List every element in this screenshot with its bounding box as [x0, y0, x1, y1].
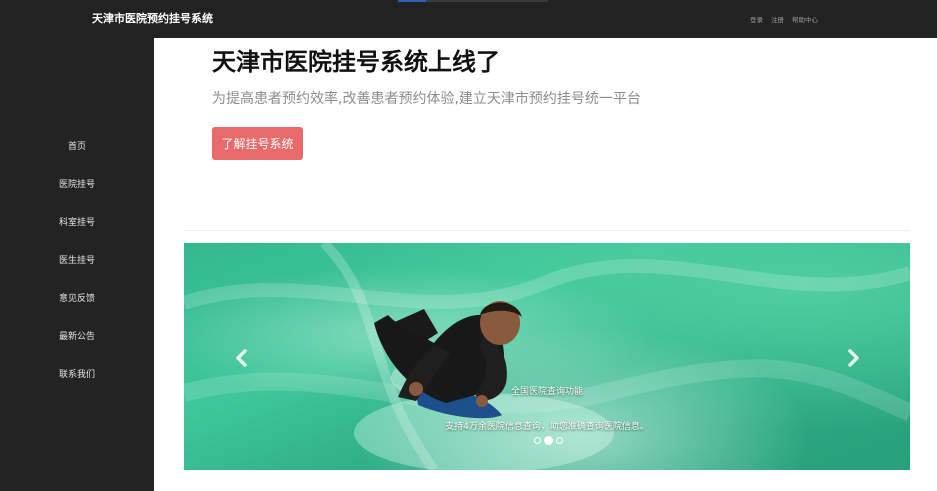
learn-more-button[interactable]: 了解挂号系统: [212, 127, 303, 160]
sidebar-item-feedback[interactable]: 意见反馈: [0, 291, 154, 304]
main-content: 天津市医院挂号系统上线了 为提高患者预约效率,改善患者预约体验,建立天津市预约挂…: [154, 38, 937, 491]
carousel-indicators: [534, 436, 563, 445]
hero-title: 天津市医院挂号系统上线了: [212, 48, 500, 76]
sidebar: 首页 医院挂号 科室挂号 医生挂号 意见反馈 最新公告 联系我们: [0, 38, 154, 491]
carousel-prev-control[interactable]: [226, 343, 256, 373]
sidebar-item-home[interactable]: 首页: [0, 139, 154, 152]
carousel-indicator-1[interactable]: [534, 437, 541, 444]
hero-subtitle: 为提高患者预约效率,改善患者预约体验,建立天津市预约挂号统一平台: [212, 91, 641, 107]
carousel-next-control[interactable]: [839, 343, 869, 373]
chevron-left-icon: [236, 349, 247, 367]
carousel-indicator-2[interactable]: [544, 436, 553, 445]
chevron-right-icon: [848, 349, 859, 367]
site-brand[interactable]: 天津市医院预约挂号系统: [92, 10, 213, 26]
image-carousel[interactable]: 全国医院查询功能 支持4万余医院信息查询，助您准确查询医院信息。: [184, 243, 910, 470]
carousel-caption-text: 支持4万余医院信息查询，助您准确查询医院信息。: [445, 422, 649, 432]
login-link[interactable]: 登录: [750, 14, 763, 24]
help-center-link[interactable]: 帮助中心: [792, 14, 818, 24]
top-navbar: 天津市医院预约挂号系统 登录 注册 帮助中心: [0, 0, 937, 38]
carousel-caption-title: 全国医院查询功能: [510, 387, 583, 397]
register-link[interactable]: 注册: [771, 14, 784, 24]
sidebar-item-department-registration[interactable]: 科室挂号: [0, 215, 154, 228]
sidebar-item-doctor-registration[interactable]: 医生挂号: [0, 253, 154, 266]
section-divider: [184, 230, 910, 231]
sidebar-item-contact[interactable]: 联系我们: [0, 367, 154, 380]
sidebar-item-hospital-registration[interactable]: 医院挂号: [0, 177, 154, 190]
sidebar-item-announcements[interactable]: 最新公告: [0, 329, 154, 342]
carousel-indicator-3[interactable]: [556, 437, 563, 444]
top-accent-bar: [398, 0, 548, 2]
top-nav-links: 登录 注册 帮助中心: [750, 14, 818, 24]
